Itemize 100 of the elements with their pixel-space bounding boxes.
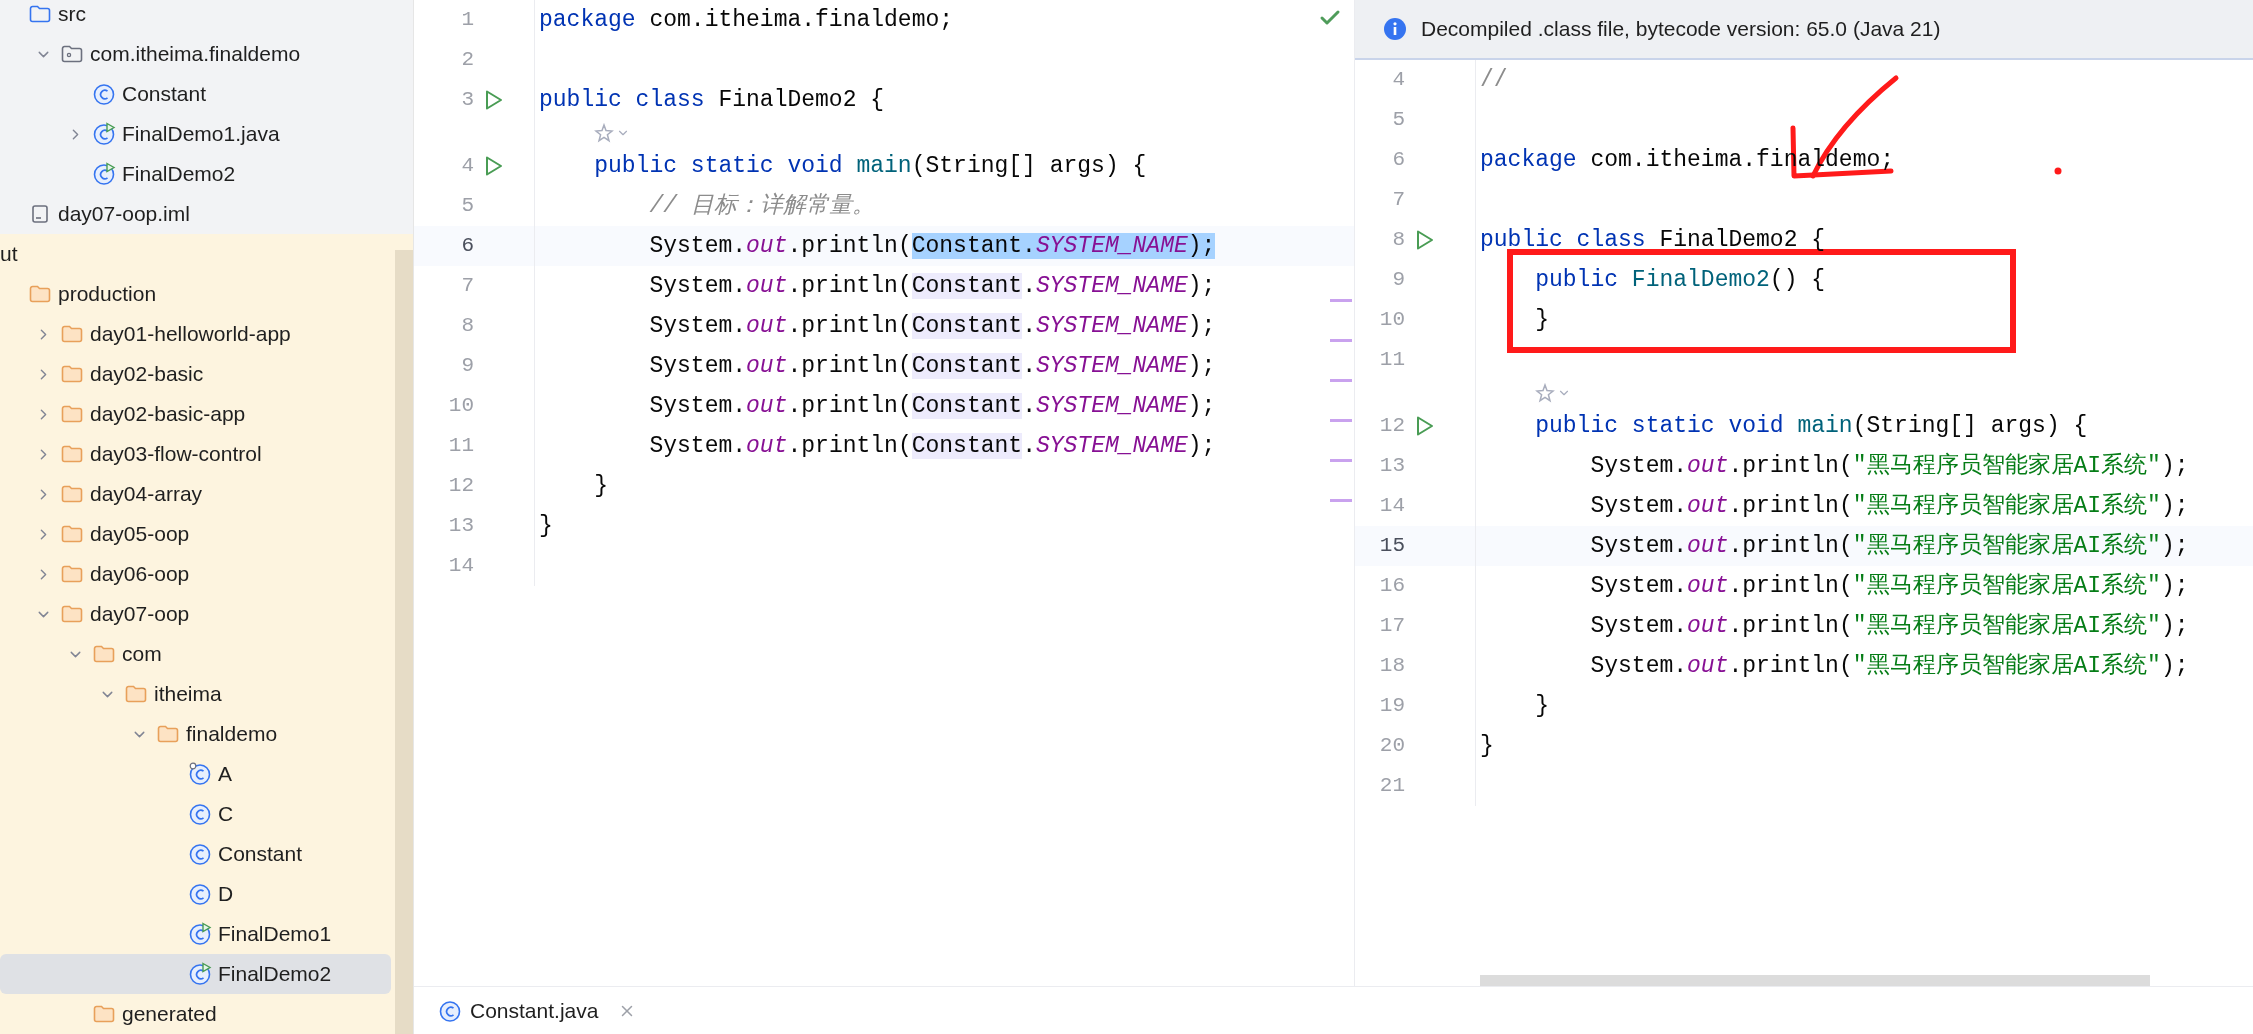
line-number: 9: [1391, 267, 1405, 294]
line-number: 14: [1378, 493, 1405, 520]
class-icon: [188, 882, 212, 906]
tree-item[interactable]: production: [0, 274, 391, 314]
run-icon[interactable]: [484, 155, 504, 177]
tree-item[interactable]: C: [0, 794, 391, 834]
tree-item[interactable]: Constant: [0, 74, 391, 114]
tree-item[interactable]: src: [0, 0, 391, 34]
code-line: System.out.println(Constant.SYSTEM_NAME);: [648, 351, 1216, 381]
line-number: 6: [1391, 147, 1405, 174]
code-line: System.out.println("黑马程序员智能家居AI系统");: [1589, 611, 2189, 641]
line-number: 8: [460, 313, 474, 340]
folder-icon: [93, 645, 115, 663]
tree-item[interactable]: day03-flow-control: [0, 434, 391, 474]
code-line: public static void main(String[] args) {: [1534, 411, 2088, 441]
tree-item[interactable]: FinalDemo2: [0, 954, 391, 994]
runnable-class-icon: [188, 922, 212, 946]
code-line: public class FinalDemo2 {: [1480, 225, 1826, 255]
code-line: package com.itheima.finaldemo;: [539, 5, 954, 35]
horizontal-scroll-bar[interactable]: [1480, 974, 2150, 986]
line-number: 5: [460, 193, 474, 220]
scroll-bar[interactable]: [395, 250, 413, 1034]
editor-tab[interactable]: Constant.java: [428, 987, 647, 1034]
folder-icon: [157, 725, 179, 743]
code-line: System.out.println("黑马程序员智能家居AI系统");: [1589, 451, 2189, 481]
code-line: System.out.println("黑马程序员智能家居AI系统");: [1589, 571, 2189, 601]
tree-item[interactable]: A: [0, 754, 391, 794]
folder-icon: [29, 285, 51, 303]
code-line: public static void main(String[] args) {: [593, 151, 1147, 181]
runnable-class-icon: [92, 162, 116, 186]
tree-item[interactable]: day02-basic: [0, 354, 391, 394]
tree-item[interactable]: FinalDemo1.java: [0, 114, 391, 154]
line-number: 1: [460, 7, 474, 34]
code-line: //: [1480, 65, 1508, 95]
line-number: 17: [1378, 613, 1405, 640]
folder-icon: [61, 565, 83, 583]
package-folder-icon: [61, 45, 83, 63]
tree-item[interactable]: com.itheima.finaldemo: [0, 34, 391, 74]
line-number: 16: [1378, 573, 1405, 600]
file-icon: [31, 204, 49, 224]
code-line: }: [593, 471, 608, 501]
tree-item[interactable]: finaldemo: [0, 714, 391, 754]
line-number: 4: [460, 153, 474, 180]
folder-icon: [29, 5, 51, 23]
tree-item[interactable]: ut: [0, 234, 18, 274]
tree-item[interactable]: day01-helloworld-app: [0, 314, 391, 354]
folder-icon: [61, 405, 83, 423]
line-number: 10: [1378, 307, 1405, 334]
code-line: public FinalDemo2() {: [1534, 265, 1826, 295]
code-vision-button[interactable]: [1535, 383, 1571, 403]
line-number: 11: [447, 433, 474, 460]
tree-item[interactable]: day05-oop: [0, 514, 391, 554]
code-line: System.out.println("黑马程序员智能家居AI系统");: [1589, 491, 2189, 521]
tree-item[interactable]: com: [0, 634, 391, 674]
line-number: 12: [447, 473, 474, 500]
line-number: 12: [1378, 413, 1405, 440]
tree-item[interactable]: day04-array: [0, 474, 391, 514]
folder-icon: [61, 325, 83, 343]
folder-icon: [61, 365, 83, 383]
tree-item[interactable]: FinalDemo1: [0, 914, 391, 954]
line-number: 20: [1378, 733, 1405, 760]
tree-item[interactable]: day06-oop: [0, 554, 391, 594]
line-number: 21: [1378, 773, 1405, 800]
tree-item[interactable]: FinalDemo2: [0, 154, 391, 194]
line-number: 11: [1378, 347, 1405, 374]
folder-icon: [61, 445, 83, 463]
class-icon: [92, 82, 116, 106]
line-number: 18: [1378, 653, 1405, 680]
line-number: 14: [447, 553, 474, 580]
class-icon: [188, 842, 212, 866]
code-line: System.out.println(Constant.SYSTEM_NAME);: [648, 231, 1216, 261]
class-icon: [188, 802, 212, 826]
tree-item[interactable]: generated: [0, 994, 391, 1034]
code-line: System.out.println("黑马程序员智能家居AI系统");: [1589, 651, 2189, 681]
sparkle-icon: [594, 123, 614, 143]
info-icon: [1383, 17, 1407, 41]
banner-text: Decompiled .class file, bytecode version: 65.0 (Java 21): [1421, 16, 1941, 43]
line-number: 7: [460, 273, 474, 300]
tree-item[interactable]: day07-oop: [0, 594, 391, 634]
tree-item[interactable]: day02-basic-app: [0, 394, 391, 434]
run-icon[interactable]: [1415, 415, 1435, 437]
code-line: // 目标：详解常量。: [648, 191, 875, 221]
folder-icon: [61, 525, 83, 543]
code-line: }: [1534, 691, 1549, 721]
run-icon[interactable]: [1415, 229, 1435, 251]
line-number: 8: [1391, 227, 1405, 254]
class-icon: [188, 762, 212, 786]
code-line: System.out.println(Constant.SYSTEM_NAME);: [648, 431, 1216, 461]
tree-item[interactable]: D: [0, 874, 391, 914]
run-icon[interactable]: [484, 89, 504, 111]
tree-item[interactable]: itheima: [0, 674, 391, 714]
line-number: 9: [460, 353, 474, 380]
code-vision-button[interactable]: [594, 123, 630, 143]
class-icon: [438, 998, 462, 1023]
line-number: 10: [447, 393, 474, 420]
line-number: 13: [1378, 453, 1405, 480]
tree-item[interactable]: Constant: [0, 834, 391, 874]
line-number: 7: [1391, 187, 1405, 214]
code-line: System.out.println("黑马程序员智能家居AI系统");: [1589, 531, 2189, 561]
line-number: 4: [1391, 67, 1405, 94]
